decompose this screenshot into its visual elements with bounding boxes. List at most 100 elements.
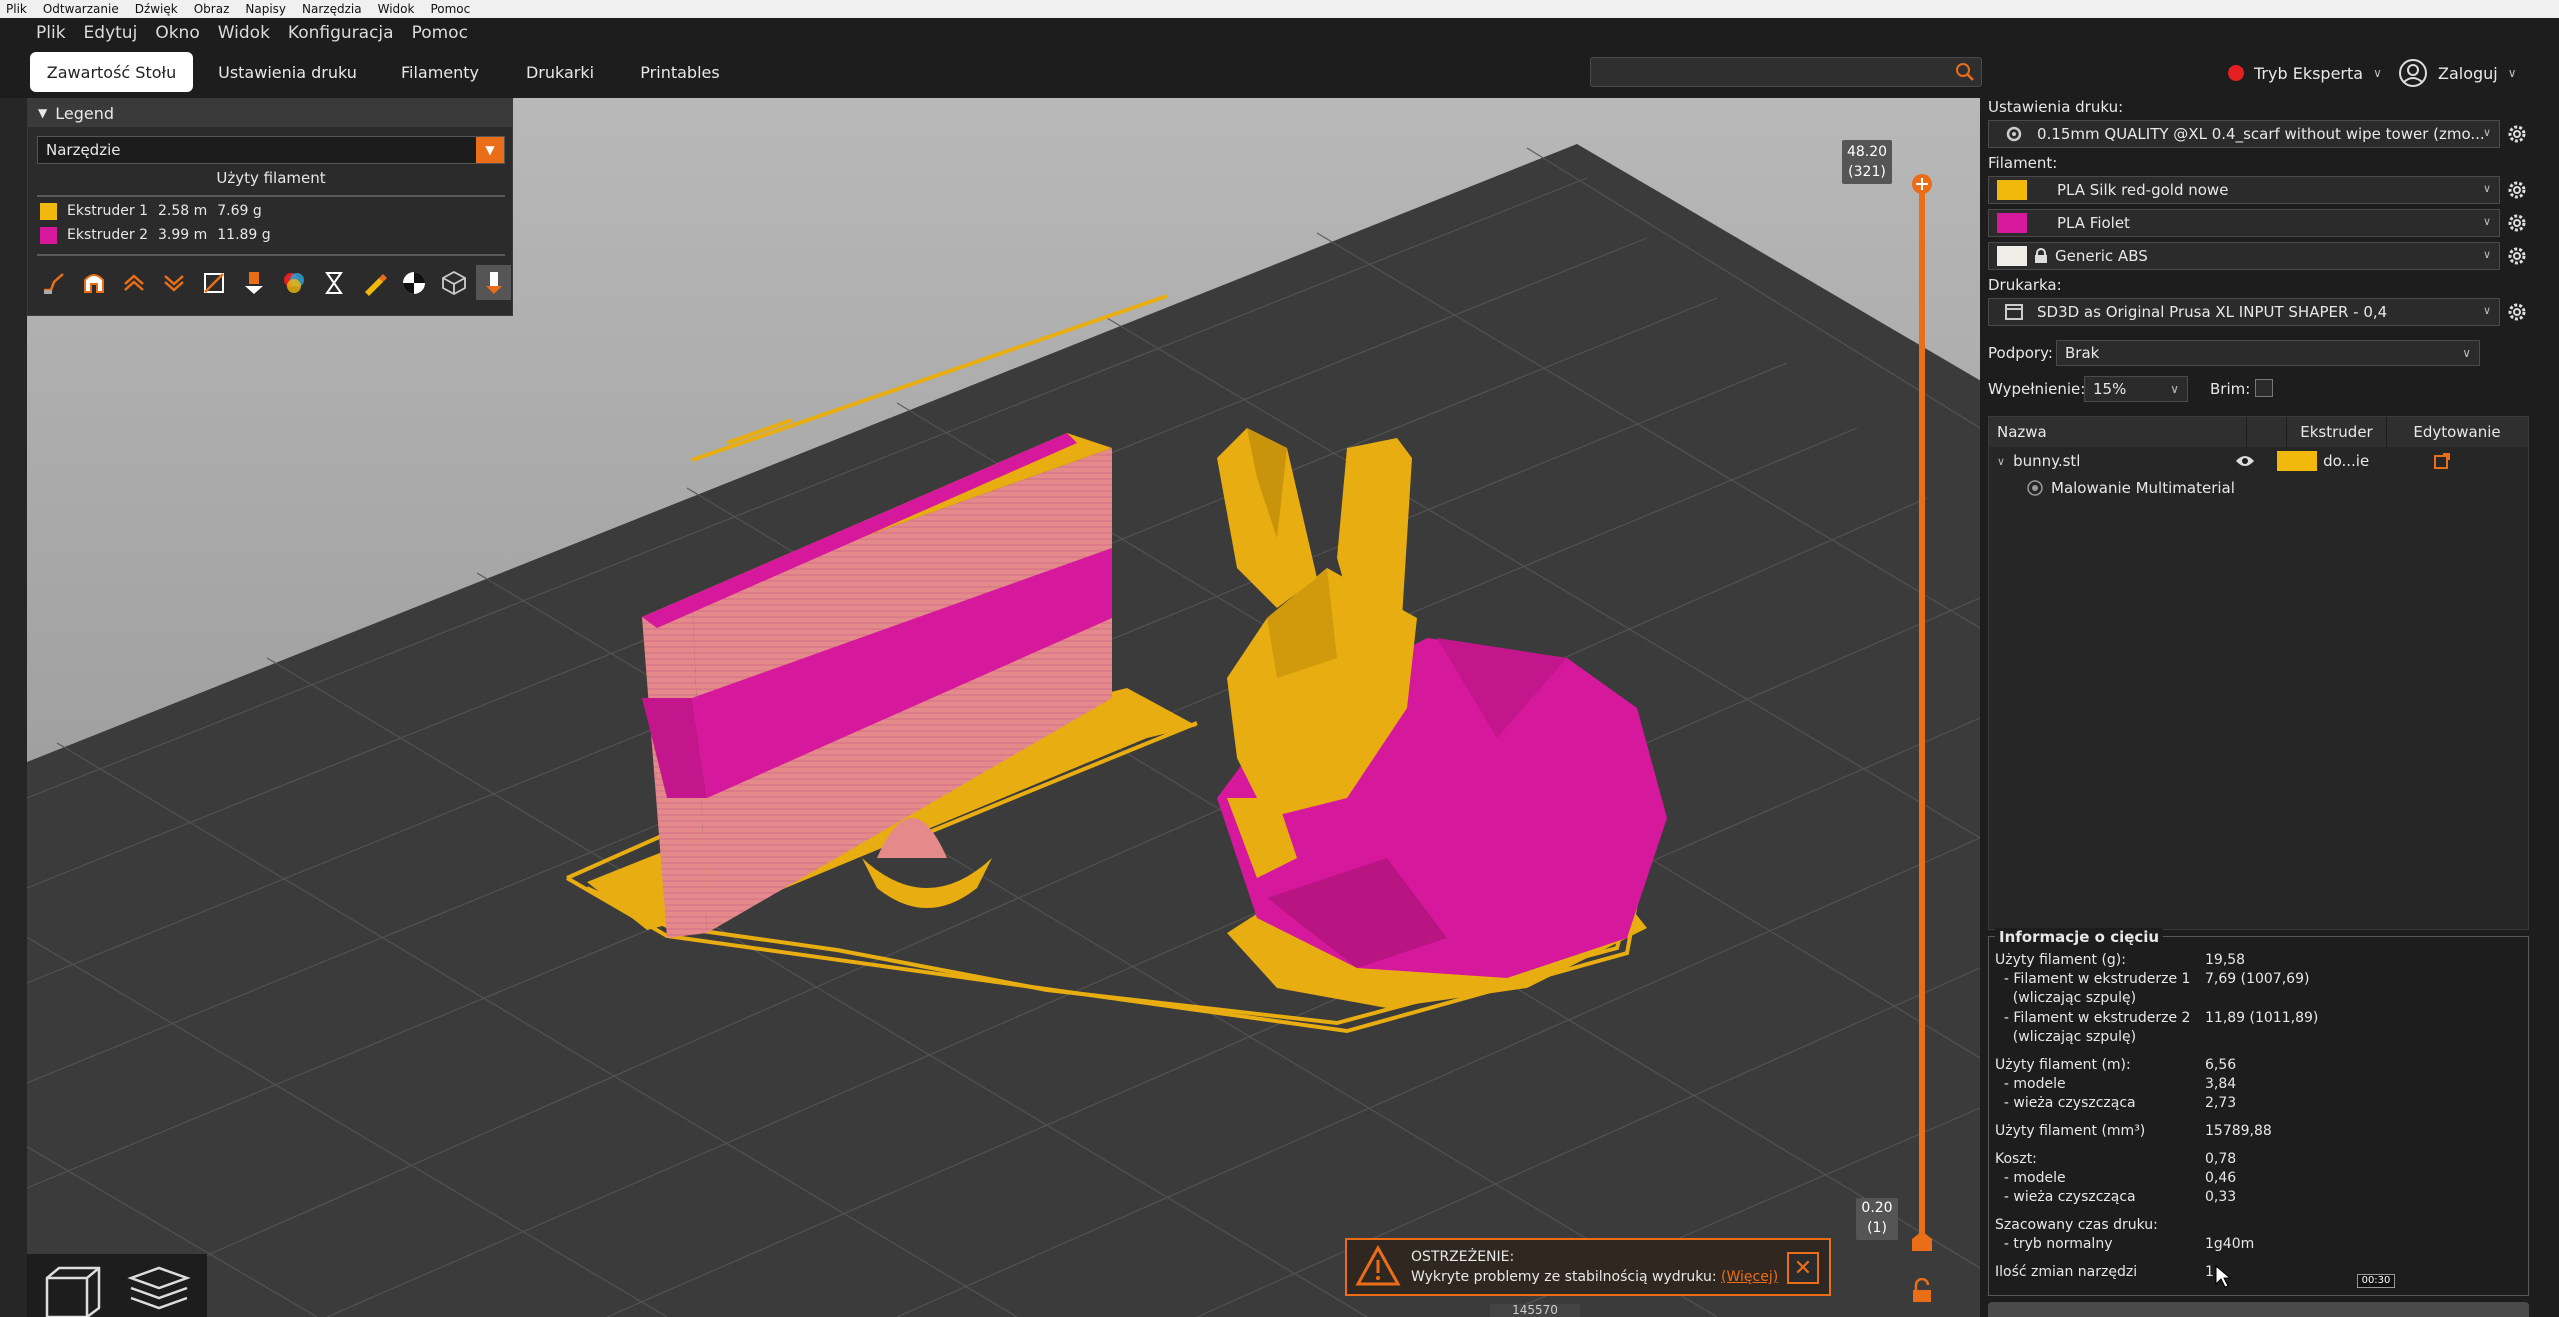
info-key: - wieża czyszcząca (1995, 1189, 2136, 1205)
lock-icon (2035, 248, 2047, 263)
pause-icon[interactable] (316, 265, 351, 300)
tab-printers[interactable]: Drukarki (515, 52, 605, 92)
os-menu-playback[interactable]: Odtwarzanie (43, 2, 119, 16)
gear-icon[interactable] (2506, 245, 2528, 267)
mouse-cursor-icon (2215, 1265, 2231, 1288)
menu-configuration[interactable]: Konfiguracja (288, 23, 394, 43)
info-value: 1g40m (2205, 1236, 2255, 1252)
warning-more-link[interactable]: (Więcej) (1721, 1269, 1778, 1285)
tab-plater[interactable]: Zawartość Stołu (30, 52, 193, 92)
slider-bottom-handle[interactable] (1910, 1229, 1934, 1253)
os-menu-tools[interactable]: Narzędzia (302, 2, 362, 16)
warning-notification: OSTRZEŻENIE: Wykryte problemy ze stabiln… (1345, 1238, 1831, 1296)
slider-top-handle[interactable] (1910, 172, 1934, 196)
eye-icon[interactable] (2235, 454, 2255, 468)
menu-help[interactable]: Pomoc (412, 23, 468, 43)
app-menu-bar: Plik Edytuj Okno Widok Konfiguracja Pomo… (0, 18, 2559, 48)
gear-icon[interactable] (2506, 123, 2528, 145)
info-key: Użyty filament (g): (1995, 952, 2126, 968)
search-icon[interactable] (1955, 62, 1975, 82)
warning-title: OSTRZEŻENIE: (1411, 1249, 1515, 1265)
filament-name: PLA Silk red-gold nowe (2057, 181, 2229, 199)
settings-icon (2006, 126, 2022, 142)
object-extruder[interactable]: do...ie (2323, 452, 2413, 470)
os-menu-view[interactable]: Widok (378, 2, 415, 16)
legend-view-select[interactable]: Narzędzie ▼ (37, 136, 505, 164)
brim-checkbox[interactable] (2255, 379, 2273, 397)
os-menu-help[interactable]: Pomoc (430, 2, 470, 16)
os-menu-subtitles[interactable]: Napisy (245, 2, 286, 16)
printer-select[interactable]: SD3D as Original Prusa XL INPUT SHAPER -… (1988, 298, 2500, 326)
tab-printables[interactable]: Printables (625, 52, 735, 92)
lock-icon[interactable] (1910, 1278, 1934, 1304)
filament-label: Filament: (1988, 154, 2058, 172)
color-changes-icon[interactable] (276, 265, 311, 300)
object-list-header: Nazwa Ekstruder Edytowanie (1989, 417, 2528, 447)
tool-changes-icon[interactable] (236, 265, 271, 300)
gear-icon[interactable] (2506, 179, 2528, 201)
login-button[interactable]: Zaloguj ∨ (2398, 56, 2517, 90)
menu-view[interactable]: Widok (218, 23, 270, 43)
print-settings-label: Ustawienia druku: (1988, 98, 2124, 116)
filament-color-swatch[interactable] (1997, 213, 2027, 233)
legend-header[interactable]: ▼ Legend (28, 99, 512, 127)
filament-name: Generic ABS (2055, 247, 2148, 265)
object-row[interactable]: ∨ bunny.stl do...ie (1989, 447, 2528, 475)
os-menu-file[interactable]: Plik (6, 2, 27, 16)
os-menu-video[interactable]: Obraz (194, 2, 230, 16)
filament-color-swatch[interactable] (1997, 180, 2027, 200)
column-editing[interactable]: Edytowanie (2387, 417, 2527, 447)
deretractions-icon[interactable] (156, 265, 191, 300)
tool-marker-icon[interactable] (476, 265, 511, 300)
menu-file[interactable]: Plik (36, 23, 66, 43)
export-button[interactable] (1988, 1302, 2529, 1317)
3d-view-icon[interactable] (41, 1264, 103, 1317)
mode-indicator-icon (2228, 65, 2244, 81)
legend-row-weight: 7.69 g (217, 203, 262, 219)
close-icon[interactable]: ✕ (1787, 1252, 1819, 1284)
divider (37, 195, 505, 197)
tab-filaments[interactable]: Filamenty (385, 52, 495, 92)
supports-select[interactable]: Brak ∨ (2056, 340, 2480, 366)
collapse-triangle-icon[interactable]: ▼ (38, 106, 47, 120)
info-key: Użyty filament (mm³) (1995, 1123, 2146, 1139)
extruder-color-swatch[interactable] (2277, 451, 2318, 471)
brim-label: Brim: (2210, 380, 2251, 398)
shells-icon[interactable] (436, 265, 471, 300)
menu-window[interactable]: Okno (155, 23, 199, 43)
slider-track[interactable] (1919, 180, 1925, 1240)
chevron-down-icon[interactable]: ▼ (476, 137, 504, 163)
expert-mode-selector[interactable]: Tryb Eksperta ∨ (2228, 58, 2382, 88)
layer-slider[interactable] (1916, 180, 1928, 1245)
wipe-icon[interactable] (76, 265, 111, 300)
color-swatch (40, 226, 57, 244)
print-profile-select[interactable]: 0.15mm QUALITY @XL 0.4_scarf without wip… (1988, 120, 2500, 148)
filament-select-3[interactable]: Generic ABS ∨ (1988, 242, 2500, 270)
filament-select-2[interactable]: PLA Fiolet ∨ (1988, 209, 2500, 237)
supports-label: Podpory: (1988, 344, 2053, 362)
edit-icon[interactable] (2433, 452, 2451, 470)
chevron-down-icon: ∨ (2373, 66, 2382, 80)
warning-message-line: Wykryte problemy ze stabilnością wydruku… (1411, 1267, 1778, 1287)
filament-select-1[interactable]: PLA Silk red-gold nowe ∨ (1988, 176, 2500, 204)
seams-icon[interactable] (196, 265, 231, 300)
infill-select[interactable]: 15% ∨ (2084, 376, 2188, 402)
chevron-down-icon[interactable]: ∨ (1997, 455, 2005, 468)
os-menu-audio[interactable]: Dźwięk (135, 2, 178, 16)
preview-layers-icon[interactable] (127, 1262, 191, 1317)
retractions-icon[interactable] (116, 265, 151, 300)
gear-icon[interactable] (2506, 212, 2528, 234)
menu-edit[interactable]: Edytuj (84, 23, 138, 43)
column-extruder[interactable]: Ekstruder (2287, 417, 2387, 447)
info-value: 1 (2205, 1264, 2214, 1280)
column-name[interactable]: Nazwa (1989, 417, 2247, 447)
slider-top-layer: (321) (1848, 164, 1886, 180)
tab-print-settings[interactable]: Ustawienia druku (210, 52, 365, 92)
search-input[interactable] (1590, 57, 1982, 87)
gear-icon[interactable] (2506, 301, 2528, 323)
custom-gcode-icon[interactable] (356, 265, 391, 300)
filament-color-swatch[interactable] (1997, 246, 2027, 266)
travel-icon[interactable] (36, 265, 71, 300)
center-of-gravity-icon[interactable] (396, 265, 431, 300)
object-subitem[interactable]: Malowanie Multimaterial (2027, 475, 2235, 501)
